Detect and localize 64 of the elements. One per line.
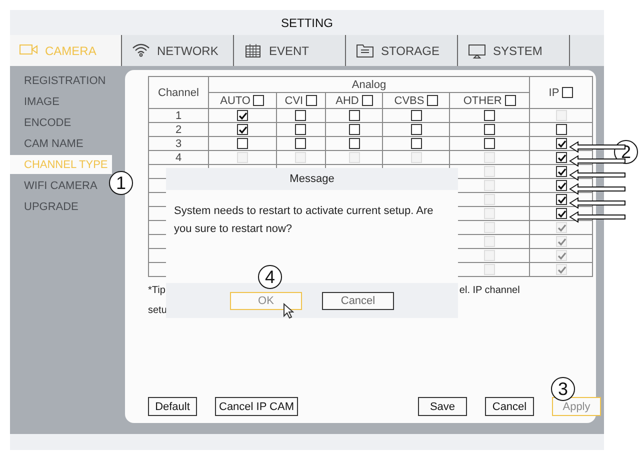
checkbox[interactable]: [236, 124, 248, 136]
checkbox[interactable]: [484, 138, 496, 150]
column-header: CVBS: [394, 94, 424, 106]
checkbox[interactable]: [556, 208, 566, 220]
checkbox[interactable]: [295, 138, 306, 150]
channel-number: 1: [175, 110, 182, 122]
checkbox[interactable]: [306, 95, 318, 106]
column-header: Analog: [352, 78, 386, 90]
checkbox[interactable]: [348, 138, 360, 150]
button[interactable]: Cancel: [485, 397, 534, 416]
column-header: OTHER: [463, 94, 502, 106]
button[interactable]: Save: [418, 397, 467, 416]
sidebar-item[interactable]: REGISTRATION: [10, 71, 112, 90]
button[interactable]: Cancel: [322, 292, 394, 310]
tip-text: *Tip: [148, 284, 166, 298]
window-title: SETTING: [280, 16, 333, 30]
column-header: AUTO: [220, 94, 250, 106]
column-header: AHD: [336, 94, 359, 106]
checkbox[interactable]: [484, 124, 496, 136]
checkbox[interactable]: [410, 110, 422, 122]
checkbox[interactable]: [236, 138, 248, 150]
tip-text: el. IP channel: [459, 284, 520, 298]
checkbox[interactable]: [556, 166, 566, 178]
monitor-icon: [467, 42, 487, 59]
checkbox[interactable]: [556, 194, 566, 206]
button[interactable]: Default: [148, 397, 197, 416]
channel-number: 3: [175, 138, 182, 150]
button[interactable]: OK: [230, 292, 302, 310]
checkbox[interactable]: [253, 95, 264, 106]
dialog-title: Message: [290, 173, 334, 185]
button[interactable]: Apply: [552, 397, 601, 416]
checkbox[interactable]: [362, 95, 373, 106]
checkbox[interactable]: [484, 110, 496, 122]
sidebar-item[interactable]: IMAGE: [10, 92, 112, 111]
checkbox[interactable]: [562, 87, 574, 98]
checkbox[interactable]: [556, 152, 566, 164]
button[interactable]: Cancel IP CAM: [215, 397, 298, 416]
checkbox[interactable]: [348, 124, 360, 136]
checkbox[interactable]: [556, 124, 566, 136]
wifi-icon: [131, 42, 151, 59]
checkbox[interactable]: [556, 138, 566, 150]
calendar-icon: [243, 42, 263, 59]
tip-text: setu: [148, 304, 167, 318]
checkbox[interactable]: [295, 124, 306, 136]
column-header: CVI: [284, 94, 304, 106]
checkbox[interactable]: [427, 95, 438, 106]
checkbox[interactable]: [236, 110, 248, 122]
checkbox[interactable]: [504, 95, 516, 106]
sidebar-item[interactable]: UPGRADE: [10, 197, 112, 216]
checkbox[interactable]: [295, 110, 306, 122]
sidebar-item[interactable]: CAM NAME: [10, 134, 112, 153]
column-header: Channel: [158, 86, 199, 98]
column-header: IP: [548, 86, 560, 98]
folder-icon: [355, 42, 375, 59]
dialog-message: System needs to restart to activate current setup. Are you sure to restart now?: [174, 205, 434, 235]
checkbox[interactable]: [410, 138, 422, 150]
cursor-icon: [283, 303, 294, 319]
sidebar-item[interactable]: ENCODE: [10, 113, 112, 132]
checkbox[interactable]: [556, 180, 566, 192]
channel-number: 4: [175, 152, 182, 164]
checkbox[interactable]: [348, 110, 360, 122]
checkbox[interactable]: [410, 124, 422, 136]
channel-number: 2: [175, 124, 182, 136]
sidebar-item[interactable]: WIFI CAMERA: [10, 176, 112, 195]
